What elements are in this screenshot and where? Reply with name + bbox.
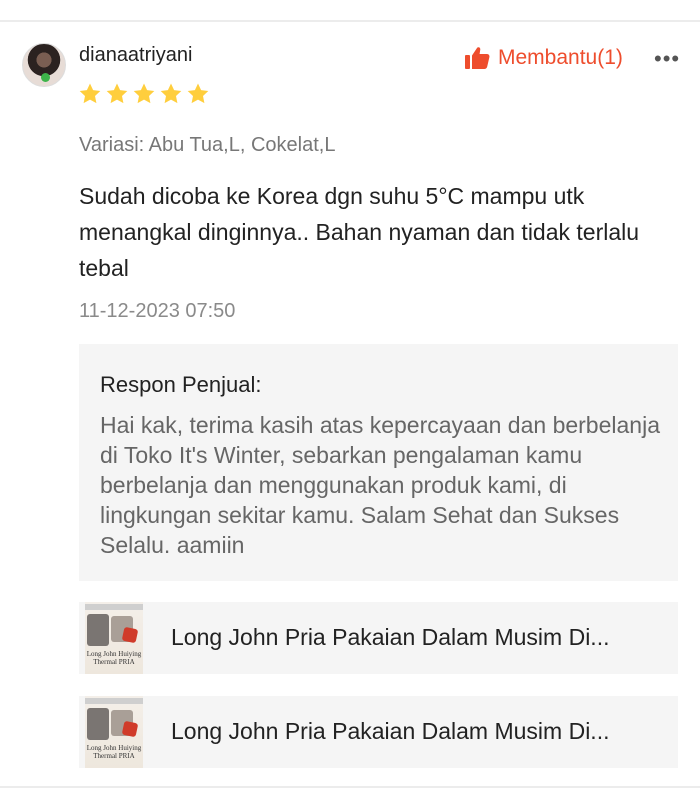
thumbnail-caption: Long John Huiying Thermal PRIA: [86, 650, 142, 666]
seller-response-text: Hai kak, terima kasih atas kepercayaan d…: [100, 412, 660, 558]
seller-response-title: Respon Penjual:: [100, 372, 262, 397]
more-options-icon[interactable]: •••: [654, 46, 680, 72]
star-icon: [160, 83, 182, 104]
star-icon: [79, 83, 101, 104]
product-thumbnail: Long John Huiying Thermal PRIA: [85, 696, 143, 768]
product-link[interactable]: Long John Huiying Thermal PRIA Long John…: [79, 602, 678, 674]
seller-response-box: Respon Penjual: Hai kak, terima kasih at…: [79, 344, 678, 581]
variant-text: Variasi: Abu Tua,L, Cokelat,L: [79, 134, 336, 156]
product-link[interactable]: Long John Huiying Thermal PRIA Long John…: [79, 696, 678, 768]
review-comment: Sudah dicoba ke Korea dgn suhu 5°C mampu…: [79, 183, 640, 281]
thumbs-up-icon: [465, 47, 490, 69]
rating-stars: [78, 82, 210, 106]
product-title: Long John Pria Pakaian Dalam Musim Di...: [171, 624, 610, 650]
product-title: Long John Pria Pakaian Dalam Musim Di...: [171, 718, 610, 744]
bottom-divider: [0, 786, 700, 788]
helpful-count-label: Membantu(1): [498, 46, 623, 69]
star-icon: [187, 83, 209, 104]
top-divider: [0, 20, 700, 22]
username[interactable]: dianaatriyani: [79, 44, 192, 67]
thumbnail-caption: Long John Huiying Thermal PRIA: [86, 744, 142, 760]
helpful-button[interactable]: Membantu(1): [464, 46, 623, 70]
star-icon: [106, 83, 128, 104]
star-icon: [133, 83, 155, 104]
avatar[interactable]: [22, 43, 66, 87]
review-timestamp: 11-12-2023 07:50: [79, 300, 236, 322]
product-thumbnail: Long John Huiying Thermal PRIA: [85, 602, 143, 674]
